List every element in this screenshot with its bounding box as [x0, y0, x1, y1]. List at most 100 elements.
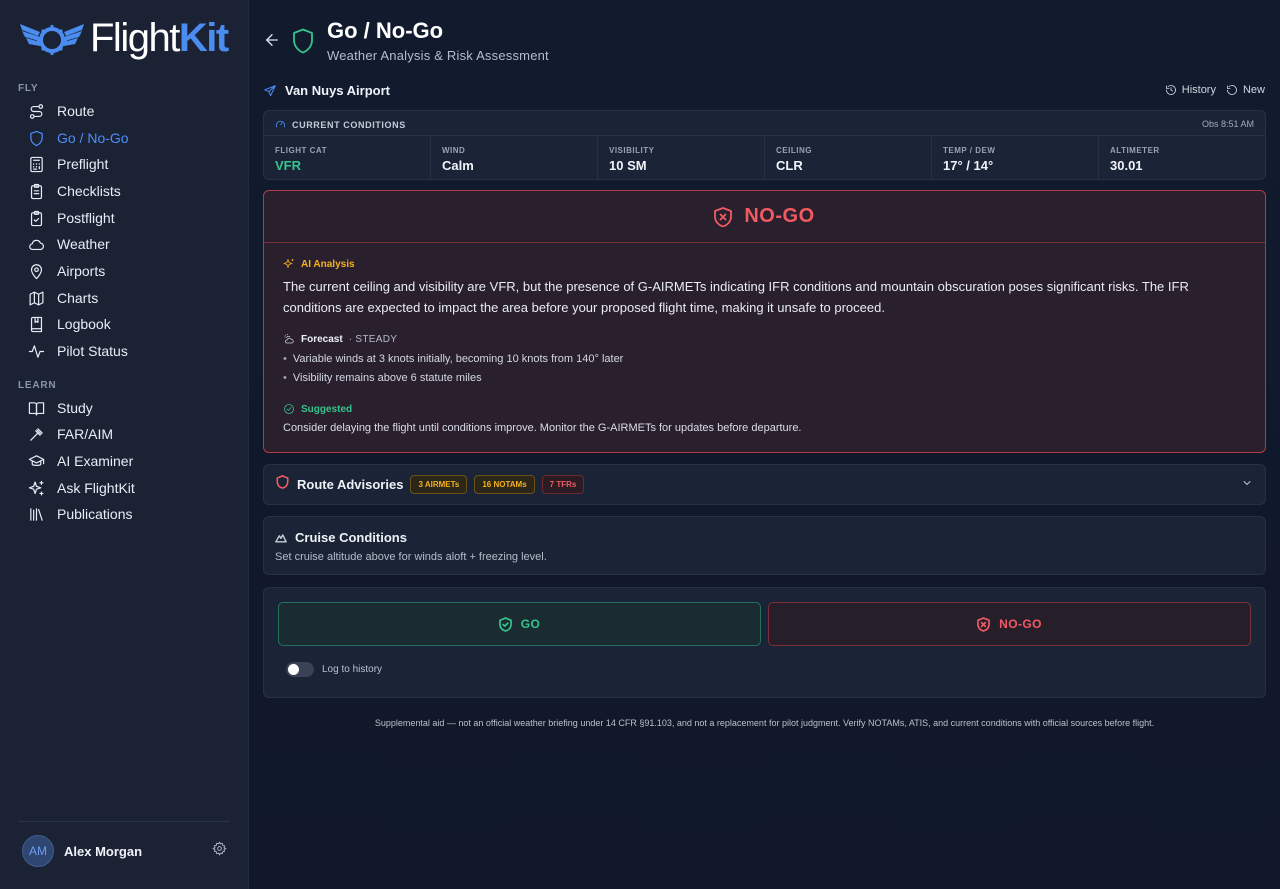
- conditions-grid: FLIGHT CAT VFR WIND Calm VISIBILITY 10 S…: [264, 135, 1265, 180]
- observation-time: Obs 8:51 AM: [1201, 119, 1254, 129]
- conditions-heading-label: CURRENT CONDITIONS: [292, 119, 406, 130]
- sidebar-item-ai-examiner[interactable]: AI Examiner: [28, 449, 228, 473]
- sidebar-item-label: Weather: [57, 236, 110, 252]
- sidebar-item-weather[interactable]: Weather: [28, 232, 228, 256]
- sidebar-item-charts[interactable]: Charts: [28, 286, 228, 310]
- condition-value: 30.01: [1110, 158, 1143, 173]
- book-open-icon: [28, 400, 45, 417]
- clipboard-check-icon: [28, 210, 45, 227]
- go-button[interactable]: GO: [278, 602, 761, 646]
- airport-label: Van Nuys Airport: [285, 83, 390, 98]
- condition-value: VFR: [275, 158, 301, 173]
- user-profile[interactable]: AM Alex Morgan: [22, 835, 227, 867]
- verdict-card: NO-GO AI Analysis The current ceiling an…: [263, 190, 1266, 453]
- condition-visibility: VISIBILITY 10 SM: [598, 136, 765, 180]
- sidebar-item-pilot-status[interactable]: Pilot Status: [28, 339, 228, 363]
- sparkles-icon: [283, 259, 294, 268]
- logo-suffix: Kit: [178, 16, 229, 60]
- conditions-heading: CURRENT CONDITIONS: [275, 119, 406, 130]
- user-name: Alex Morgan: [64, 843, 143, 859]
- shield-x-icon: [977, 616, 991, 632]
- history-label: History: [1181, 84, 1216, 96]
- forecast-trend: · STEADY: [348, 333, 398, 345]
- cloud-icon: [28, 236, 45, 253]
- condition-temp-dew: TEMP / DEW 17° / 14°: [932, 136, 1099, 180]
- history-button[interactable]: History: [1165, 84, 1216, 96]
- sidebar-divider: [18, 821, 230, 822]
- graduation-cap-icon: [28, 453, 45, 470]
- condition-value: CLR: [776, 158, 803, 173]
- cruise-conditions-heading: Cruise Conditions: [275, 530, 407, 545]
- sidebar-item-label: Checklists: [57, 183, 121, 199]
- chevron-down-icon[interactable]: [1241, 476, 1253, 494]
- sidebar-item-publications[interactable]: Publications: [28, 502, 228, 526]
- gauge-icon: [275, 120, 286, 128]
- sidebar-item-label: Ask FlightKit: [57, 480, 135, 496]
- sidebar-item-preflight[interactable]: Preflight: [28, 152, 228, 176]
- route-advisories-toggle[interactable]: Route Advisories 3 AIRMETs 16 NOTAMs 7 T…: [263, 464, 1266, 505]
- avatar[interactable]: AM: [22, 835, 54, 867]
- check-circle-icon: [284, 404, 294, 414]
- page-subtitle: Weather Analysis & Risk Assessment: [327, 48, 549, 63]
- airmets-badge: 3 AIRMETs: [410, 475, 468, 494]
- no-go-button[interactable]: NO-GO: [768, 602, 1251, 646]
- sidebar-item-far-aim[interactable]: FAR/AIM: [28, 422, 228, 446]
- arrow-left-icon: [266, 34, 278, 46]
- condition-value: 17° / 14°: [943, 158, 994, 173]
- new-button[interactable]: New: [1226, 84, 1265, 96]
- log-to-history-toggle[interactable]: [286, 662, 314, 677]
- sidebar-item-label: Pilot Status: [57, 343, 128, 359]
- sparkles-icon: [28, 480, 45, 497]
- log-to-history-row: Log to history: [286, 662, 382, 677]
- sidebar-item-postflight[interactable]: Postflight: [28, 206, 228, 230]
- condition-label: CEILING: [776, 146, 812, 155]
- shield-icon: [292, 28, 314, 59]
- condition-label: ALTIMETER: [1110, 146, 1160, 155]
- sidebar-item-label: Publications: [57, 506, 133, 522]
- condition-label: VISIBILITY: [609, 146, 655, 155]
- condition-flight-cat: FLIGHT CAT VFR: [264, 136, 431, 180]
- sidebar-item-airports[interactable]: Airports: [28, 259, 228, 283]
- sidebar-item-label: Study: [57, 400, 93, 416]
- shield-x-icon: [714, 206, 733, 227]
- sidebar-item-logbook[interactable]: Logbook: [28, 312, 228, 336]
- decision-card: GO NO-GO Log to history: [263, 587, 1266, 698]
- calculator-icon: [28, 156, 45, 173]
- main-content: Go / No-Go Weather Analysis & Risk Asses…: [249, 0, 1280, 889]
- gavel-icon: [28, 426, 45, 443]
- sidebar-item-label: Preflight: [57, 156, 109, 172]
- sidebar-item-route[interactable]: Route: [28, 99, 228, 123]
- sidebar-item-go-no-go[interactable]: Go / No-Go: [28, 126, 228, 150]
- learn-section-label: LEARN: [18, 380, 57, 391]
- sidebar-item-label: Route: [57, 103, 95, 119]
- logo-wings-icon: [20, 24, 84, 55]
- disclaimer: Supplemental aid — not an official weath…: [374, 718, 1155, 728]
- sidebar-item-label: Postflight: [57, 210, 115, 226]
- sidebar-item-label: Logbook: [57, 316, 111, 332]
- go-button-label: GO: [520, 617, 541, 631]
- condition-label: WIND: [442, 146, 466, 155]
- list-item: Visibility remains above 6 statute miles: [293, 369, 623, 388]
- condition-label: TEMP / DEW: [943, 146, 996, 155]
- shield-icon: [28, 130, 45, 147]
- shield-icon: [276, 475, 289, 494]
- back-button[interactable]: [263, 31, 281, 49]
- sidebar-item-label: Airports: [57, 263, 106, 279]
- sidebar-item-checklists[interactable]: Checklists: [28, 179, 228, 203]
- log-to-history-label: Log to history: [322, 664, 383, 675]
- condition-wind: WIND Calm: [431, 136, 598, 180]
- sidebar-item-ask-flightkit[interactable]: Ask FlightKit: [28, 476, 228, 500]
- new-label: New: [1242, 84, 1265, 96]
- sidebar-item-label: Charts: [57, 290, 99, 306]
- sidebar-item-study[interactable]: Study: [28, 396, 228, 420]
- ai-analysis-heading: AI Analysis: [283, 258, 355, 270]
- cruise-conditions-card: Cruise Conditions Set cruise altitude ab…: [263, 516, 1266, 575]
- history-icon: [1165, 85, 1176, 95]
- refresh-icon: [1227, 85, 1237, 95]
- app-logo[interactable]: FlightKit: [18, 14, 229, 62]
- gear-icon[interactable]: [212, 841, 227, 861]
- cruise-conditions-title: Cruise Conditions: [295, 530, 407, 545]
- clipboard-list-icon: [28, 183, 45, 200]
- suggested-label: Suggested: [301, 403, 353, 415]
- fly-section-label: FLY: [18, 83, 39, 94]
